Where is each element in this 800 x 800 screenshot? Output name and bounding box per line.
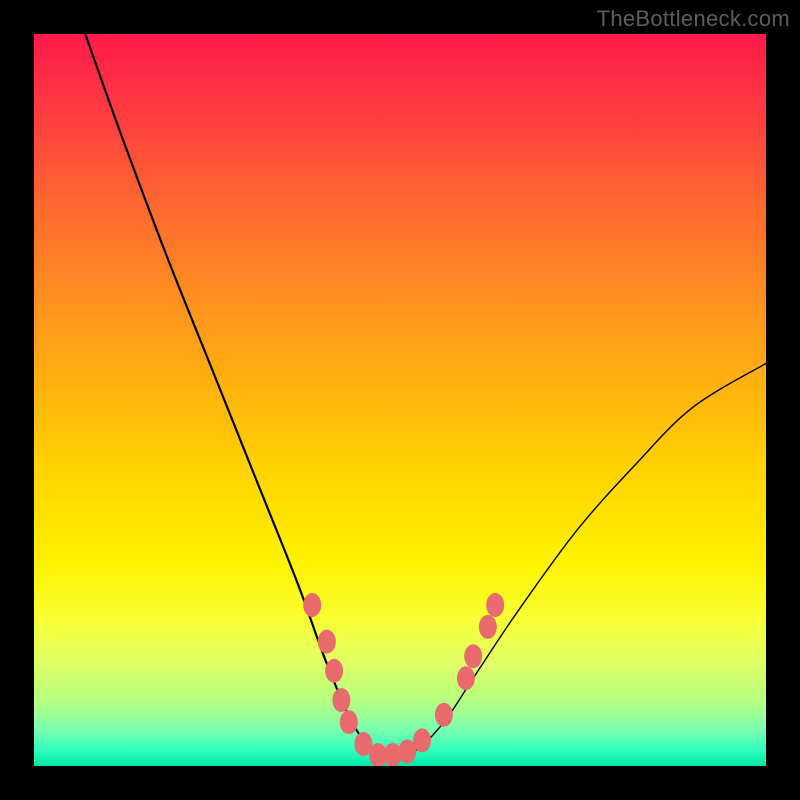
marker-dot [486, 593, 504, 617]
plot-area [34, 34, 766, 766]
marker-dot [464, 644, 482, 668]
watermark-text: TheBottleneck.com [597, 6, 790, 32]
marker-dot [318, 630, 336, 654]
bottleneck-curve-right [385, 363, 766, 758]
marker-dot [457, 666, 475, 690]
chart-frame: TheBottleneck.com [0, 0, 800, 800]
marker-dot [325, 659, 343, 683]
chart-svg [34, 34, 766, 766]
marker-dot [340, 710, 358, 734]
marker-dot [413, 728, 431, 752]
marker-group [303, 593, 504, 766]
marker-dot [479, 615, 497, 639]
marker-dot [332, 688, 350, 712]
marker-dot [435, 703, 453, 727]
bottleneck-curve-left [85, 34, 385, 759]
marker-dot [303, 593, 321, 617]
